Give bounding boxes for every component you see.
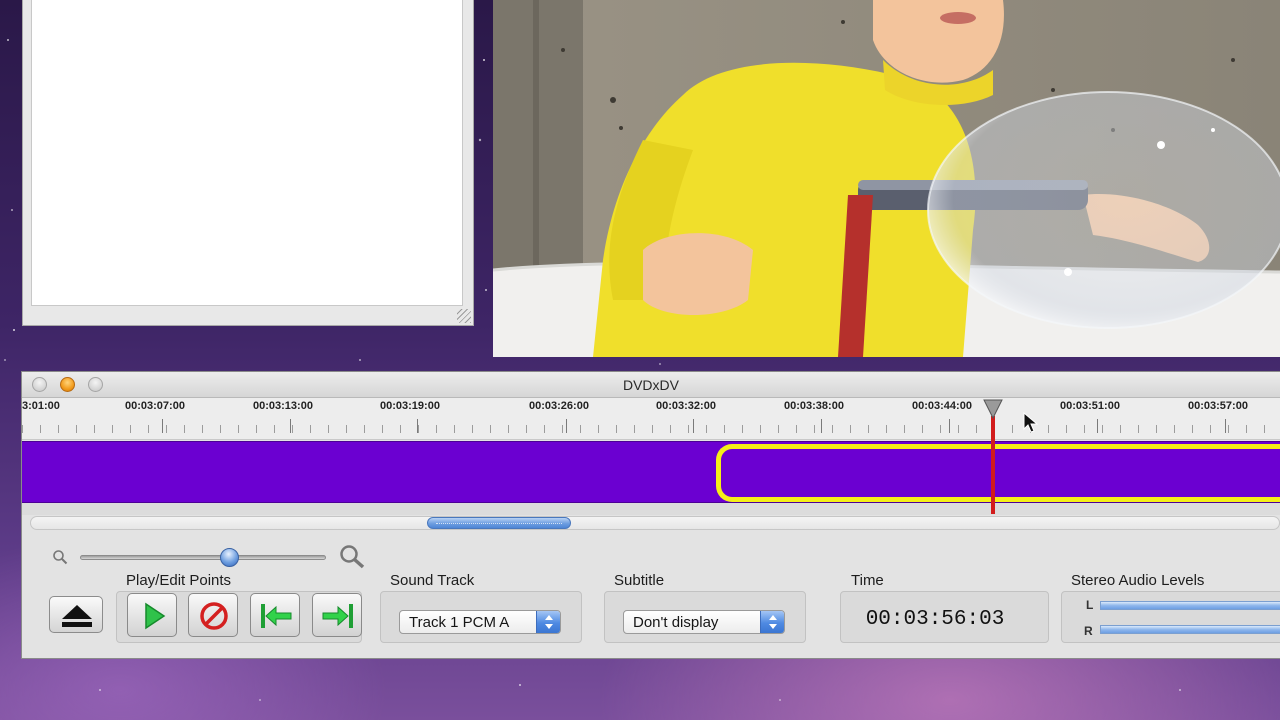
magnifier-large-icon[interactable] — [338, 544, 366, 570]
clear-points-button[interactable] — [188, 593, 238, 637]
subtitle-label: Subtitle — [614, 572, 665, 589]
ruler-major-tick — [1225, 419, 1226, 433]
ruler-major-tick — [162, 419, 163, 433]
dvdxdv-window: DVDxDV 3:01:00 00:03:07:00 00:03:13:00 0… — [21, 371, 1280, 659]
ruler-label: 00:03:32:00 — [656, 400, 716, 412]
playhead-line — [991, 416, 995, 514]
go-to-in-point-button[interactable] — [250, 593, 300, 637]
ruler-label: 00:03:51:00 — [1060, 400, 1120, 412]
video-track[interactable] — [22, 441, 1280, 503]
ruler-major-tick — [1097, 419, 1098, 433]
ruler-label: 00:03:07:00 — [125, 400, 185, 412]
ruler-major-tick — [949, 419, 950, 433]
right-channel-label: R — [1084, 624, 1093, 638]
ruler-label: 00:03:13:00 — [253, 400, 313, 412]
magnifier-small-icon[interactable] — [52, 549, 68, 565]
ruler-major-tick — [566, 419, 567, 433]
ruler-major-tick — [821, 419, 822, 433]
sound-track-popup[interactable]: Track 1 PCM A — [399, 610, 561, 634]
ruler-label: 00:03:38:00 — [784, 400, 844, 412]
ruler-label: 00:03:19:00 — [380, 400, 440, 412]
timeline-scrollbar[interactable] — [30, 516, 1280, 530]
ruler-label: 3:01:00 — [22, 400, 60, 412]
ruler-major-tick — [693, 419, 694, 433]
play-button[interactable] — [127, 593, 177, 637]
ruler-label: 00:03:26:00 — [529, 400, 589, 412]
go-to-out-point-icon — [322, 604, 353, 628]
time-label: Time — [851, 572, 884, 589]
video-preview — [493, 0, 1280, 357]
ruler-label: 00:03:57:00 — [1188, 400, 1248, 412]
zoom-slider-track[interactable] — [80, 555, 326, 560]
popup-arrows-icon — [760, 611, 784, 633]
document-content-area[interactable] — [31, 0, 463, 306]
prohibited-icon — [200, 602, 228, 630]
video-frame-image — [493, 0, 1280, 357]
mouse-pointer-icon — [1023, 412, 1039, 433]
subtitle-value: Don't display — [633, 614, 719, 631]
ruler-ticks — [22, 425, 1280, 433]
audio-levels-group — [1061, 591, 1280, 643]
window-title: DVDxDV — [622, 377, 679, 393]
go-to-in-point-icon — [261, 604, 292, 628]
time-display: 00:03:56:03 — [865, 608, 1005, 631]
left-channel-label: L — [1086, 598, 1094, 612]
background-document-window — [22, 0, 474, 326]
play-edit-points-label: Play/Edit Points — [126, 572, 232, 589]
popup-arrows-icon — [536, 611, 560, 633]
stereo-audio-levels-label: Stereo Audio Levels — [1071, 572, 1205, 589]
ruler-major-tick — [417, 419, 418, 433]
eject-button[interactable] — [49, 596, 103, 633]
left-level-meter — [1100, 601, 1280, 610]
sound-track-value: Track 1 PCM A — [409, 614, 510, 631]
sound-track-label: Sound Track — [390, 572, 475, 589]
ruler-major-tick — [290, 419, 291, 433]
subtitle-popup[interactable]: Don't display — [623, 610, 785, 634]
scrollbar-thumb[interactable] — [427, 517, 571, 529]
playhead-handle-icon[interactable] — [982, 398, 1004, 420]
timeline-ruler[interactable]: 3:01:00 00:03:07:00 00:03:13:00 00:03:19… — [22, 398, 1280, 440]
ruler-label: 00:03:44:00 — [912, 400, 972, 412]
eject-icon — [62, 605, 92, 627]
selected-segment[interactable] — [716, 444, 1280, 502]
right-level-meter — [1100, 625, 1280, 634]
go-to-out-point-button[interactable] — [312, 593, 362, 637]
zoom-slider-knob[interactable] — [220, 548, 239, 567]
play-icon — [145, 602, 166, 630]
title-bar[interactable]: DVDxDV — [22, 372, 1280, 398]
track-footer — [22, 503, 1280, 515]
resize-grip[interactable] — [457, 309, 471, 323]
